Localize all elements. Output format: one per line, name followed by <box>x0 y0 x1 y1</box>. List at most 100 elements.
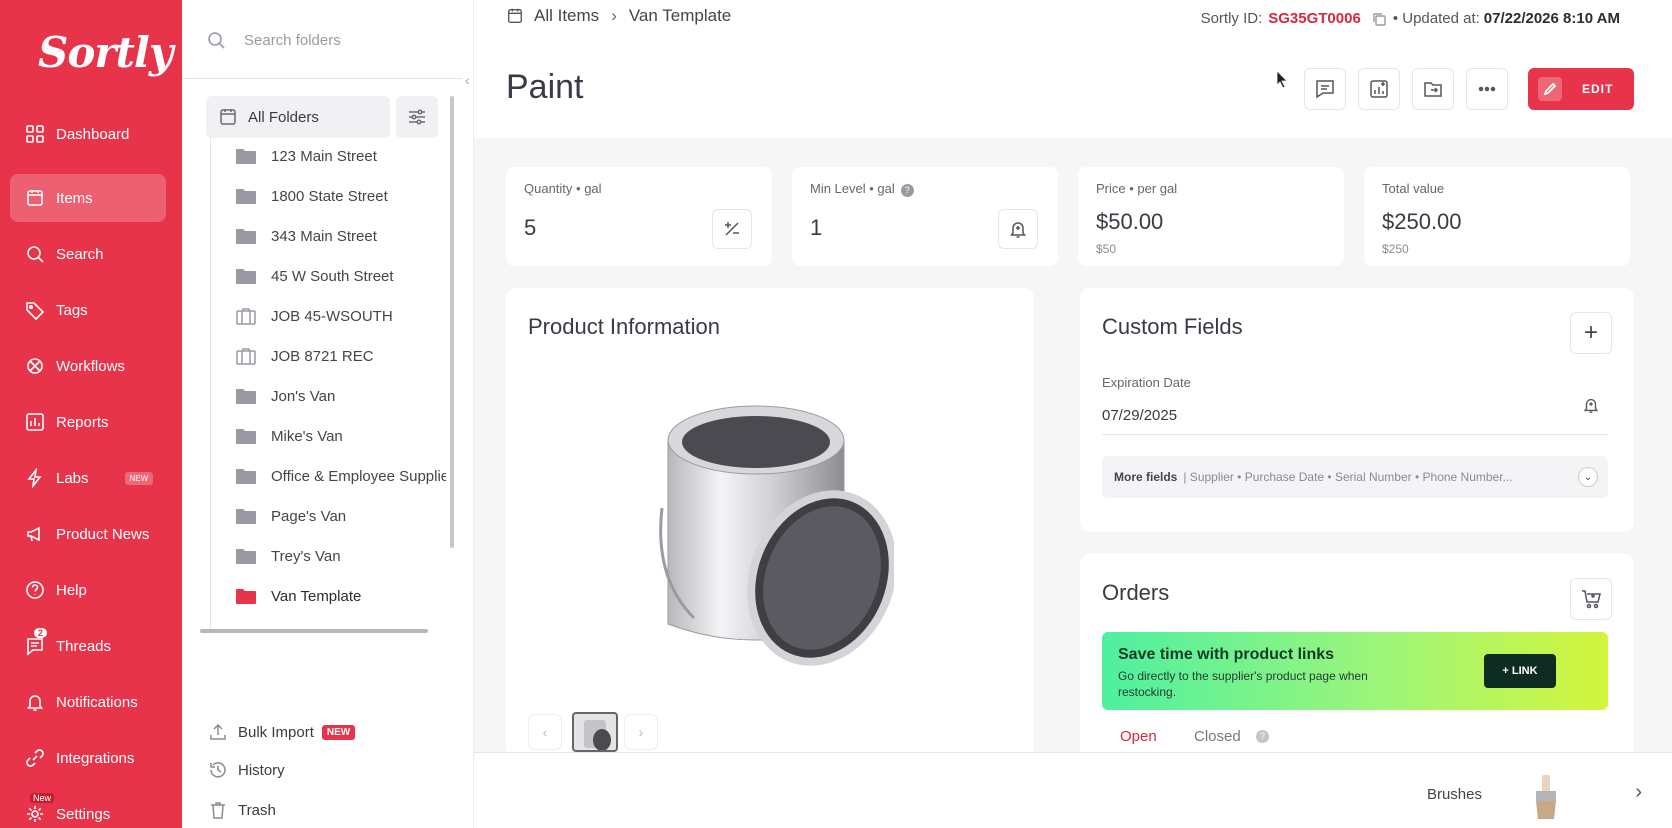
next-item-bar: Brushes › <box>474 752 1672 828</box>
folder-horizontal-scrollbar[interactable] <box>200 629 428 633</box>
folder-list: 123 Main Street 1800 State Street 343 Ma… <box>210 136 446 630</box>
sortly-logo[interactable]: Sortly <box>38 28 173 77</box>
folder-item[interactable]: Office & Employee Supplies <box>211 456 446 496</box>
breadcrumb-all-items[interactable]: All Items <box>534 6 599 26</box>
folder-item[interactable]: Trey's Van <box>211 536 446 576</box>
previous-image-button[interactable]: ‹ <box>528 714 562 750</box>
nav-items[interactable]: Items <box>10 174 166 222</box>
nav-search[interactable]: Search <box>10 230 166 278</box>
nav-label: Reports <box>56 413 109 431</box>
nav-tags[interactable]: Tags <box>10 286 166 334</box>
folder-item[interactable]: Page's Van <box>211 496 446 536</box>
folder-icon <box>236 389 256 404</box>
min-level-card: Min Level • gal? 1 <box>792 167 1058 266</box>
next-item-arrow[interactable]: › <box>1635 781 1642 804</box>
bell-icon <box>24 691 46 713</box>
bulk-import-link[interactable]: Bulk Import NEW <box>208 720 356 744</box>
min-level-alert-button[interactable] <box>998 209 1038 249</box>
folder-search-input[interactable] <box>244 31 444 49</box>
next-item-thumbnail[interactable] <box>1526 773 1566 821</box>
orders-card: Orders Save time with product links Go d… <box>1080 554 1634 758</box>
nav-help[interactable]: Help <box>10 566 166 614</box>
folder-item[interactable]: 343 Main Street <box>211 216 446 256</box>
help-icon[interactable]: ? <box>900 184 914 197</box>
sortly-id: SG35GT0006 <box>1268 10 1361 27</box>
nav-label: Notifications <box>56 693 138 711</box>
insights-button[interactable] <box>1358 68 1400 110</box>
nav-labs[interactable]: Labs NEW <box>10 454 166 502</box>
edit-button[interactable]: EDIT <box>1528 68 1634 110</box>
folder-item[interactable]: JOB 45-WSOUTH <box>211 296 446 336</box>
trash-link[interactable]: Trash <box>208 798 276 822</box>
nav-notifications[interactable]: Notifications <box>10 678 166 726</box>
nav-workflows[interactable]: Workflows <box>10 342 166 390</box>
all-folders-button[interactable]: All Folders <box>206 96 390 138</box>
nav-product-news[interactable]: Product News <box>10 510 166 558</box>
folder-item[interactable]: JOB 8721 REC <box>211 336 446 376</box>
add-link-button[interactable]: + LINK <box>1484 654 1556 688</box>
more-fields-toggle[interactable]: More fields | Supplier • Purchase Date •… <box>1102 456 1608 498</box>
image-thumbnail[interactable] <box>572 712 618 752</box>
item-header: All Items › Van Template Sortly ID: SG35… <box>474 0 1672 138</box>
chevron-down-icon: ⌄ <box>1578 467 1598 487</box>
sliders-icon <box>409 109 425 125</box>
folder-name: Van Template <box>271 587 362 605</box>
nav-threads[interactable]: 2 Threads <box>10 622 166 670</box>
tab-open[interactable]: Open <box>1120 728 1157 745</box>
folder-filter-button[interactable] <box>396 96 438 138</box>
product-image[interactable] <box>654 388 894 668</box>
quantity-value: 5 <box>524 215 537 240</box>
add-custom-field-button[interactable]: + <box>1570 312 1612 354</box>
folders-icon <box>220 109 236 125</box>
settings-new-badge: New <box>30 793 55 803</box>
new-badge: NEW <box>124 471 154 485</box>
next-item-name[interactable]: Brushes <box>1427 786 1482 803</box>
nav-reports[interactable]: Reports <box>10 398 166 446</box>
expiration-alert-button[interactable] <box>1582 396 1602 416</box>
breadcrumb-current[interactable]: Van Template <box>629 6 731 26</box>
move-button[interactable] <box>1412 68 1454 110</box>
trash-label: Trash <box>238 801 276 819</box>
custom-field-value: 07/29/2025 <box>1102 407 1178 424</box>
create-order-button[interactable] <box>1570 578 1612 620</box>
stat-label: Price • per gal <box>1096 181 1178 196</box>
help-icon[interactable]: ? <box>1256 730 1269 743</box>
nav-label: Tags <box>56 301 88 319</box>
stat-label: Min Level • gal? <box>810 181 914 197</box>
job-icon <box>236 308 256 325</box>
adjust-quantity-button[interactable] <box>712 209 752 249</box>
folder-vertical-scrollbar[interactable] <box>450 96 454 548</box>
copy-icon[interactable] <box>1371 11 1387 27</box>
folder-icon <box>236 149 256 164</box>
plus-minus-icon <box>725 222 739 236</box>
tab-closed[interactable]: Closed <box>1194 728 1241 745</box>
folder-name: 1800 State Street <box>271 187 388 205</box>
comments-button[interactable] <box>1304 68 1346 110</box>
folder-item-selected[interactable]: Van Template <box>211 576 446 616</box>
product-information-title: Product Information <box>528 314 720 339</box>
folder-item[interactable]: Mike's Van <box>211 416 446 456</box>
reports-icon <box>24 411 46 433</box>
nav-settings[interactable]: New Settings <box>10 790 166 828</box>
nav-label: Settings <box>56 805 111 823</box>
mouse-cursor-icon <box>1276 70 1288 88</box>
move-icon <box>1424 82 1442 97</box>
stat-label: Total value <box>1382 181 1445 196</box>
folder-item[interactable]: 45 W South Street <box>211 256 446 296</box>
history-icon <box>210 762 226 778</box>
more-fields-label: More fields <box>1114 470 1178 484</box>
megaphone-icon <box>24 523 46 545</box>
folder-item[interactable]: 123 Main Street <box>211 136 446 176</box>
history-link[interactable]: History <box>208 758 285 782</box>
nav-dashboard[interactable]: Dashboard <box>10 110 166 158</box>
folder-icon <box>236 429 256 444</box>
min-level-value: 1 <box>810 215 823 240</box>
folder-name: Mike's Van <box>271 427 343 445</box>
nav-integrations[interactable]: Integrations <box>10 734 166 782</box>
folder-name: JOB 8721 REC <box>271 347 374 365</box>
folder-item[interactable]: 1800 State Street <box>211 176 446 216</box>
next-image-button[interactable]: › <box>624 714 658 750</box>
more-actions-button[interactable] <box>1466 68 1508 110</box>
folder-item[interactable]: Jon's Van <box>211 376 446 416</box>
gear-icon <box>24 803 46 825</box>
